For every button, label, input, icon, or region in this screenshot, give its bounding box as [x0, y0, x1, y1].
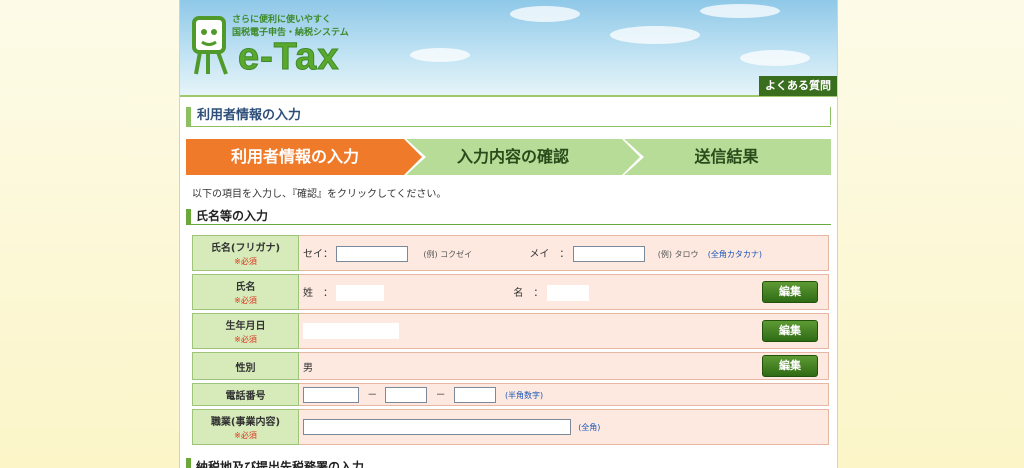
- progress-steps: 利用者情報の入力 入力内容の確認 送信結果: [186, 137, 831, 177]
- redacted-birthdate: [303, 323, 399, 339]
- redacted-last-name: [336, 284, 385, 301]
- user-info-form: 氏名(フリガナ) ※必須 セイ： (例) コクゼイ メイ ： (例) タロウ (…: [192, 232, 829, 448]
- tagline-line1: さらに便利に使いやすく: [232, 15, 332, 25]
- sei-label: セイ：: [303, 248, 333, 260]
- field-label: 生年月日: [225, 321, 266, 332]
- halfwidth-note: (半角数字): [504, 391, 544, 400]
- row-occupation: 職業(事業内容) ※必須 (全角): [192, 409, 829, 445]
- mei-kana-input[interactable]: [572, 245, 645, 262]
- occupation-input[interactable]: [303, 419, 571, 435]
- label-birthdate: 生年月日 ※必須: [192, 313, 299, 349]
- mei-example: (例) タロウ: [657, 249, 699, 259]
- value-phone: － － (半角数字): [299, 383, 829, 406]
- label-phone: 電話番号: [192, 383, 299, 406]
- value-occupation: (全角): [299, 409, 829, 445]
- instruction-text: 以下の項目を入力し、『確認』をクリックしてください。: [192, 189, 447, 200]
- label-furigana: 氏名(フリガナ) ※必須: [192, 235, 299, 271]
- step-label: 送信結果: [694, 147, 759, 166]
- step-label: 入力内容の確認: [456, 147, 569, 166]
- fullwidth-note: (全角): [578, 423, 601, 432]
- step-label: 利用者情報の入力: [230, 147, 359, 166]
- step-confirm: 入力内容の確認: [404, 137, 644, 177]
- faq-link[interactable]: よくある質問: [759, 76, 837, 96]
- field-label: 氏名: [235, 282, 256, 293]
- field-label: 職業(事業内容): [210, 417, 281, 428]
- phone-separator: －: [367, 390, 378, 401]
- field-label: 氏名(フリガナ): [210, 243, 281, 254]
- label-gender: 性別: [192, 352, 299, 380]
- label-occupation: 職業(事業内容) ※必須: [192, 409, 299, 445]
- value-birthdate: 編集: [299, 313, 829, 349]
- value-furigana: セイ： (例) コクゼイ メイ ： (例) タロウ (全角カタカナ): [299, 235, 829, 271]
- section-name-input: 氏名等の入力: [186, 209, 831, 225]
- phone-number-input[interactable]: [453, 387, 496, 403]
- page-title: 利用者情報の入力: [186, 107, 831, 127]
- edit-name-button[interactable]: 編集: [762, 281, 818, 303]
- field-label: 性別: [235, 362, 256, 374]
- redacted-first-name: [546, 284, 589, 301]
- row-phone: 電話番号 － － (半角数字): [192, 383, 829, 406]
- mei-label: メイ ：: [529, 248, 570, 260]
- edit-gender-button[interactable]: 編集: [762, 355, 818, 377]
- value-name: 姓 ： 名 ： 編集: [299, 274, 829, 310]
- value-gender: 男 編集: [299, 352, 829, 380]
- header-banner: さらに便利に使いやすく 国税電子申告・納税システム e-Tax よくある質問: [180, 0, 837, 97]
- phone-area-input[interactable]: [303, 387, 359, 403]
- section-tax-office-input: 納税地及び提出先税務署の入力: [186, 458, 831, 468]
- row-name: 氏名 ※必須 姓 ： 名 ： 編集: [192, 274, 829, 310]
- sei-example: (例) コクゼイ: [423, 249, 473, 259]
- edit-birthdate-button[interactable]: 編集: [762, 320, 818, 342]
- required-mark: ※必須: [234, 257, 257, 266]
- katakana-note: (全角カタカナ): [707, 249, 762, 259]
- gender-value: 男: [303, 362, 313, 374]
- phone-exchange-input[interactable]: [385, 387, 428, 403]
- required-mark: ※必須: [234, 335, 257, 344]
- etax-mascot-icon: [192, 16, 228, 75]
- phone-separator: －: [435, 390, 446, 401]
- sei-kana-input[interactable]: [336, 245, 409, 262]
- required-mark: ※必須: [234, 296, 257, 305]
- field-label: 電話番号: [225, 391, 266, 402]
- step-result: 送信結果: [622, 139, 831, 175]
- row-birthdate: 生年月日 ※必須 編集: [192, 313, 829, 349]
- step-user-info: 利用者情報の入力: [186, 137, 426, 177]
- required-mark: ※必須: [234, 431, 257, 440]
- row-gender: 性別 男 編集: [192, 352, 829, 380]
- page-container: さらに便利に使いやすく 国税電子申告・納税システム e-Tax よくある質問 利…: [179, 0, 838, 468]
- row-furigana: 氏名(フリガナ) ※必須 セイ： (例) コクゼイ メイ ： (例) タロウ (…: [192, 235, 829, 271]
- mei-label: 名 ：: [513, 287, 544, 299]
- label-name: 氏名 ※必須: [192, 274, 299, 310]
- etax-logo[interactable]: e-Tax: [237, 36, 339, 79]
- sei-label: 姓 ：: [303, 287, 333, 299]
